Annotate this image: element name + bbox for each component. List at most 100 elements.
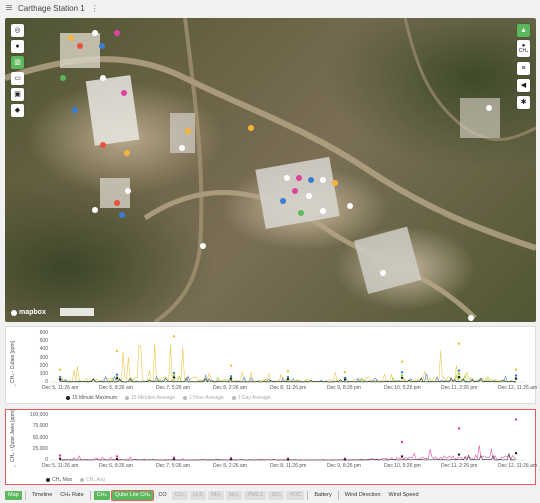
chart2-prev-arrow[interactable]: ‹ xyxy=(14,464,16,470)
x-tick-label: Dec 10, 5:26 pm xyxy=(384,463,421,469)
data-point[interactable] xyxy=(115,377,119,380)
data-point[interactable] xyxy=(457,427,461,430)
data-point[interactable] xyxy=(115,455,119,458)
data-point[interactable] xyxy=(115,457,119,461)
data-point[interactable] xyxy=(457,375,461,379)
data-point[interactable] xyxy=(115,349,119,353)
tab-pm2-5[interactable]: PM2.5 xyxy=(244,490,267,500)
data-point[interactable] xyxy=(457,372,461,376)
x-tick-label: Dec 8, 11:26 pm xyxy=(270,463,307,469)
data-point[interactable] xyxy=(58,454,62,457)
data-point[interactable] xyxy=(286,370,290,373)
data-point[interactable] xyxy=(514,418,518,421)
data-point[interactable] xyxy=(172,374,176,377)
bus-icon[interactable]: ▣ xyxy=(11,88,24,101)
x-tick-label: Dec 7, 5:26 am xyxy=(156,463,190,469)
drop-icon[interactable]: ▲ xyxy=(517,24,530,37)
x-tick-label: Dec 8, 2:26 am xyxy=(213,463,247,469)
top-bar: Carthage Station 1 ⋮ xyxy=(0,0,540,16)
fan-icon[interactable]: ✱ xyxy=(517,96,530,109)
layers-icon[interactable]: ◆ xyxy=(11,104,24,117)
data-point[interactable] xyxy=(457,342,461,345)
data-point[interactable] xyxy=(400,374,404,377)
data-point[interactable] xyxy=(229,364,233,367)
tab-wind-speed[interactable]: Wind Speed xyxy=(386,491,422,500)
satellite-map[interactable]: ◎ ● ▥ ▭ ▣ ◆ ▲ ● CH₄ ≡ ◀ ✱ mapbox xyxy=(5,18,536,322)
tab-co-[interactable]: CO₂ xyxy=(171,490,189,500)
data-point[interactable] xyxy=(400,455,404,458)
x-tick-label: Dec 9, 8:26 pm xyxy=(327,463,361,469)
tab-voc[interactable]: VOC xyxy=(286,490,305,500)
megaphone-icon[interactable]: ◀ xyxy=(517,79,530,92)
data-point[interactable] xyxy=(172,376,176,379)
tab-battery[interactable]: Battery xyxy=(311,491,334,500)
data-point[interactable] xyxy=(58,457,62,460)
legend-label: 15 Minute Maximum xyxy=(72,395,118,401)
tab-co[interactable]: CO xyxy=(155,491,169,500)
car-icon[interactable]: ▭ xyxy=(11,72,24,85)
data-point[interactable] xyxy=(343,378,347,381)
data-point[interactable] xyxy=(286,458,290,461)
target-icon[interactable]: ● xyxy=(11,40,24,53)
data-point[interactable] xyxy=(343,458,347,461)
station-title: Carthage Station 1 xyxy=(18,3,85,13)
data-point[interactable] xyxy=(457,453,461,456)
tab-wind-direction[interactable]: Wind Direction xyxy=(342,491,384,500)
data-point[interactable] xyxy=(229,377,233,380)
data-point[interactable] xyxy=(115,373,119,376)
x-tick-label: Dec 8, 2:26 am xyxy=(213,385,247,391)
x-tick-label: Dec 12, 11:26 am xyxy=(498,385,538,391)
data-point[interactable] xyxy=(514,374,518,377)
tab-so-[interactable]: SO₂ xyxy=(268,490,285,500)
data-point[interactable] xyxy=(400,360,404,363)
hamburger-icon[interactable] xyxy=(6,5,14,11)
data-point[interactable] xyxy=(514,377,518,380)
tab-map[interactable]: Map xyxy=(5,490,22,500)
legend-item[interactable]: 1 Hour Average xyxy=(183,395,224,401)
tab-separator xyxy=(307,490,309,500)
tab-separator xyxy=(337,490,339,500)
x-tick-label: Dec 6, 8:26 am xyxy=(99,463,133,469)
data-point[interactable] xyxy=(286,377,290,381)
data-point[interactable] xyxy=(400,371,404,374)
list-icon[interactable]: ≡ xyxy=(517,62,530,75)
x-tick-label: Dec 10, 5:26 pm xyxy=(384,385,421,391)
chart2-plot xyxy=(50,418,526,461)
tab-no-[interactable]: NO₂ xyxy=(226,490,243,500)
data-point[interactable] xyxy=(400,440,404,444)
tab-ch-rate[interactable]: CH₄ Rate xyxy=(57,491,86,500)
data-point[interactable] xyxy=(514,368,518,371)
x-tick-label: Dec 5, 11:26 am xyxy=(42,385,79,391)
tab-nh-[interactable]: NH₃ xyxy=(207,490,225,500)
compass-icon[interactable]: ◎ xyxy=(11,24,24,37)
data-point[interactable] xyxy=(343,371,347,374)
tab-separator xyxy=(89,490,91,500)
data-point[interactable] xyxy=(229,458,233,461)
data-point[interactable] xyxy=(58,368,62,371)
x-tick-label: Dec 6, 8:26 am xyxy=(99,385,133,391)
chart-icon[interactable]: ▥ xyxy=(11,56,24,69)
data-point[interactable] xyxy=(172,335,176,338)
legend-item[interactable]: 15 Minutes Average xyxy=(125,395,175,401)
data-point[interactable] xyxy=(172,458,176,461)
legend-item[interactable]: CH₄ Max xyxy=(46,477,72,483)
x-tick-label: Dec 12, 11:26 am xyxy=(498,463,538,469)
data-point[interactable] xyxy=(514,452,518,455)
data-point[interactable] xyxy=(457,369,461,372)
ch4-label-icon[interactable]: ● CH₄ xyxy=(517,40,530,57)
chart1-next-arrow[interactable]: › xyxy=(526,383,528,389)
tab-ch-[interactable]: CH₄ xyxy=(93,490,110,500)
tab-h-s[interactable]: H₂S xyxy=(190,490,206,500)
data-point[interactable] xyxy=(58,378,62,381)
data-point[interactable] xyxy=(172,371,176,375)
x-tick-label: Dec 11, 2:26 pm xyxy=(441,385,478,391)
chart2-next-arrow[interactable]: › xyxy=(526,464,528,470)
tab-timeline[interactable]: Timeline xyxy=(29,491,56,500)
kebab-icon[interactable]: ⋮ xyxy=(91,4,99,13)
tab-qube-lite-ch-[interactable]: Qube Lite CH₄ xyxy=(110,489,155,501)
chart1-prev-arrow[interactable]: ‹ xyxy=(14,383,16,389)
legend-item[interactable]: 15 Minute Maximum xyxy=(66,395,117,401)
legend-item[interactable]: 1 Day Average xyxy=(231,395,271,401)
data-point[interactable] xyxy=(400,376,404,380)
legend-item[interactable]: CH₄ Avg xyxy=(80,477,105,483)
